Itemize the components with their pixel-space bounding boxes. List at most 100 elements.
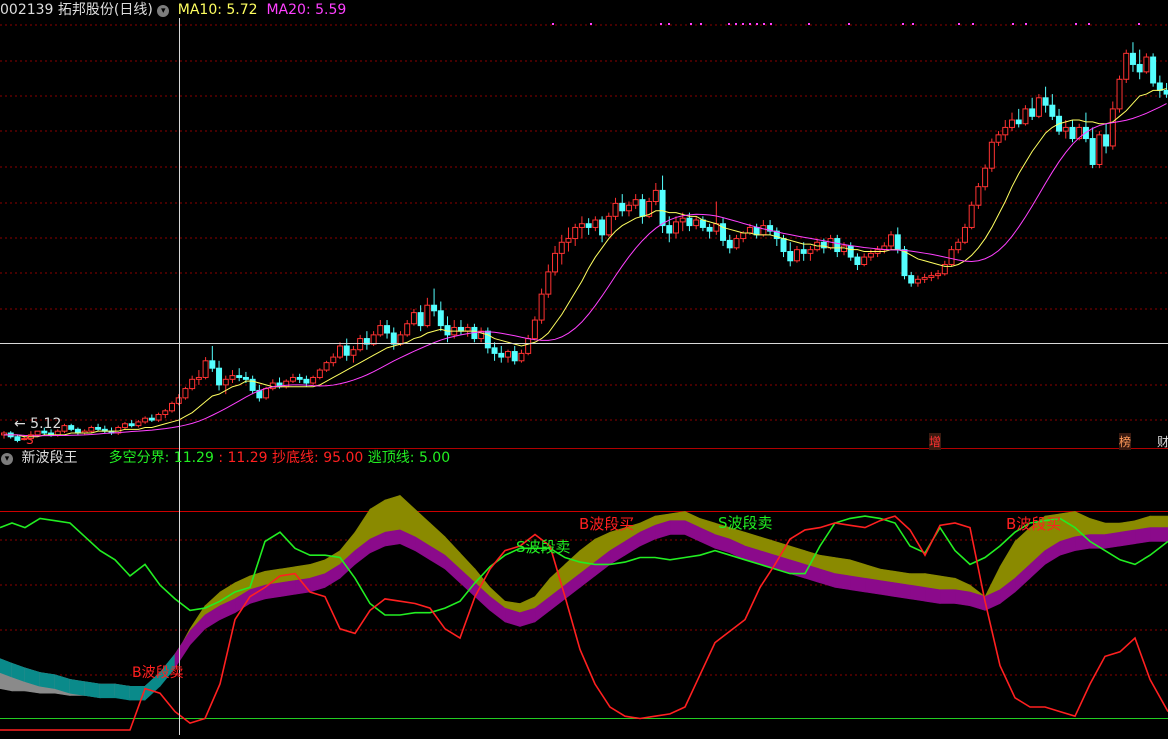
candle-body-141 <box>949 250 954 265</box>
settings-icon[interactable]: ▾ <box>157 5 169 17</box>
band-inner-75 <box>1120 530 1135 546</box>
band-outer-63 <box>940 576 955 590</box>
candle-body-39 <box>264 389 269 398</box>
ma20-value: 5.59 <box>315 2 346 18</box>
stock-code: 002139 <box>0 2 53 18</box>
indicator-header: ▾ 新波段王 多空分界: 11.29 : 11.29 抄底线: 95.00 逃顶… <box>1 449 450 467</box>
candle-body-150 <box>1010 120 1015 127</box>
candle-body-11 <box>75 429 80 433</box>
signal-dot-2 <box>660 23 662 25</box>
candle-body-51 <box>344 346 349 355</box>
signal-5-text: 波段买 <box>1016 515 1061 533</box>
candle-body-166 <box>1117 79 1122 109</box>
candle-body-110 <box>741 233 746 239</box>
candle-body-46 <box>311 377 316 383</box>
signal-dot-19 <box>1012 23 1014 25</box>
signal-4: S波段卖 <box>718 512 773 533</box>
candle-body-48 <box>324 363 329 370</box>
signal-dot-14 <box>848 23 850 25</box>
candle-body-91 <box>613 203 618 216</box>
candle-body-33 <box>223 379 228 385</box>
price-header: 002139 拓邦股份(日线) ▾ MA10: 5.72 MA20: 5.59 <box>0 1 346 19</box>
signal-dot-9 <box>749 23 751 25</box>
low-price-label: ← 5.12 <box>14 416 61 432</box>
signal-dot-23 <box>1138 23 1140 25</box>
band-inner-76 <box>1135 528 1150 544</box>
candle-body-101 <box>680 218 685 222</box>
candle-body-147 <box>989 142 994 168</box>
candle-body-21 <box>143 418 148 422</box>
signal-dot-12 <box>770 23 772 25</box>
ma10-label: MA10: <box>178 2 227 18</box>
signal-dot-6 <box>728 23 730 25</box>
candle-body-90 <box>606 216 611 235</box>
candle-body-139 <box>936 274 941 276</box>
candle-body-28 <box>190 379 195 388</box>
band-inner-72 <box>1075 535 1090 551</box>
candle-body-14 <box>96 427 101 429</box>
candle-body-105 <box>707 227 712 231</box>
candle-body-93 <box>626 205 631 211</box>
band-inner-74 <box>1105 532 1120 548</box>
candle-body-78 <box>526 339 531 354</box>
candle-body-87 <box>586 224 591 228</box>
candle-body-88 <box>593 220 598 227</box>
signal-dot-7 <box>735 23 737 25</box>
signal-3-text: 波段买 <box>589 515 634 533</box>
candle-body-148 <box>996 135 1001 142</box>
band-inner-6 <box>85 682 100 698</box>
candle-body-49 <box>331 357 336 363</box>
candle-body-119 <box>801 250 806 254</box>
indicator-settings-icon[interactable]: ▾ <box>1 453 13 465</box>
band-inner-20 <box>295 578 310 594</box>
candle-body-165 <box>1110 109 1115 146</box>
signal-3-type: B <box>579 515 589 533</box>
chaodi-value: 95.00 <box>323 450 363 466</box>
candle-body-18 <box>122 424 127 428</box>
candle-body-62 <box>418 313 423 326</box>
candle-body-172 <box>1157 83 1162 90</box>
candle-body-20 <box>136 422 141 426</box>
candle-body-151 <box>1016 120 1021 124</box>
signal-1-text: 波段卖 <box>142 665 184 681</box>
event-flag-zeng[interactable]: 增 <box>929 433 941 450</box>
candle-body-22 <box>149 418 154 420</box>
duokong-label: 多空分界: <box>109 450 174 466</box>
candle-body-155 <box>1043 98 1048 105</box>
signal-1-type: B <box>132 665 142 681</box>
taoding-label: 逃顶线: <box>363 450 419 466</box>
candle-body-79 <box>532 320 537 339</box>
candle-body-100 <box>674 222 679 233</box>
candle-body-168 <box>1130 53 1135 64</box>
band-inner-63 <box>940 590 955 604</box>
event-flag-edge[interactable]: 财 <box>1157 433 1168 450</box>
candle-body-86 <box>579 224 584 228</box>
candle-body-53 <box>358 339 363 350</box>
candle-body-47 <box>317 370 322 377</box>
event-flag-bang[interactable]: 榜 <box>1119 433 1131 450</box>
candle-body-76 <box>512 352 517 361</box>
stock-chart-canvas[interactable] <box>0 0 1168 735</box>
candle-body-68 <box>458 327 463 331</box>
candle-body-94 <box>633 200 638 206</box>
band-inner-64 <box>955 590 970 606</box>
band-outer-73 <box>1090 518 1105 534</box>
candle-body-171 <box>1151 57 1156 83</box>
markers <box>0 18 1168 735</box>
indicator-panel-gridlines <box>0 512 1168 719</box>
band-inner-3 <box>40 673 55 689</box>
candle-body-143 <box>962 227 967 242</box>
candle-body-64 <box>432 305 437 311</box>
candle-body-136 <box>915 279 920 283</box>
band-inner-26 <box>385 530 400 546</box>
candlesticks <box>2 42 1168 442</box>
band-inner-59 <box>880 581 895 597</box>
candle-body-102 <box>687 218 692 225</box>
candle-body-89 <box>600 220 605 235</box>
duokong-value1: 11.29 <box>174 450 214 466</box>
price-panel-gridlines <box>0 25 1168 449</box>
candle-body-43 <box>290 377 295 381</box>
chaodi-label: 抄底线: <box>268 450 324 466</box>
candle-body-149 <box>1003 127 1008 134</box>
signal-dot-22 <box>1088 23 1090 25</box>
